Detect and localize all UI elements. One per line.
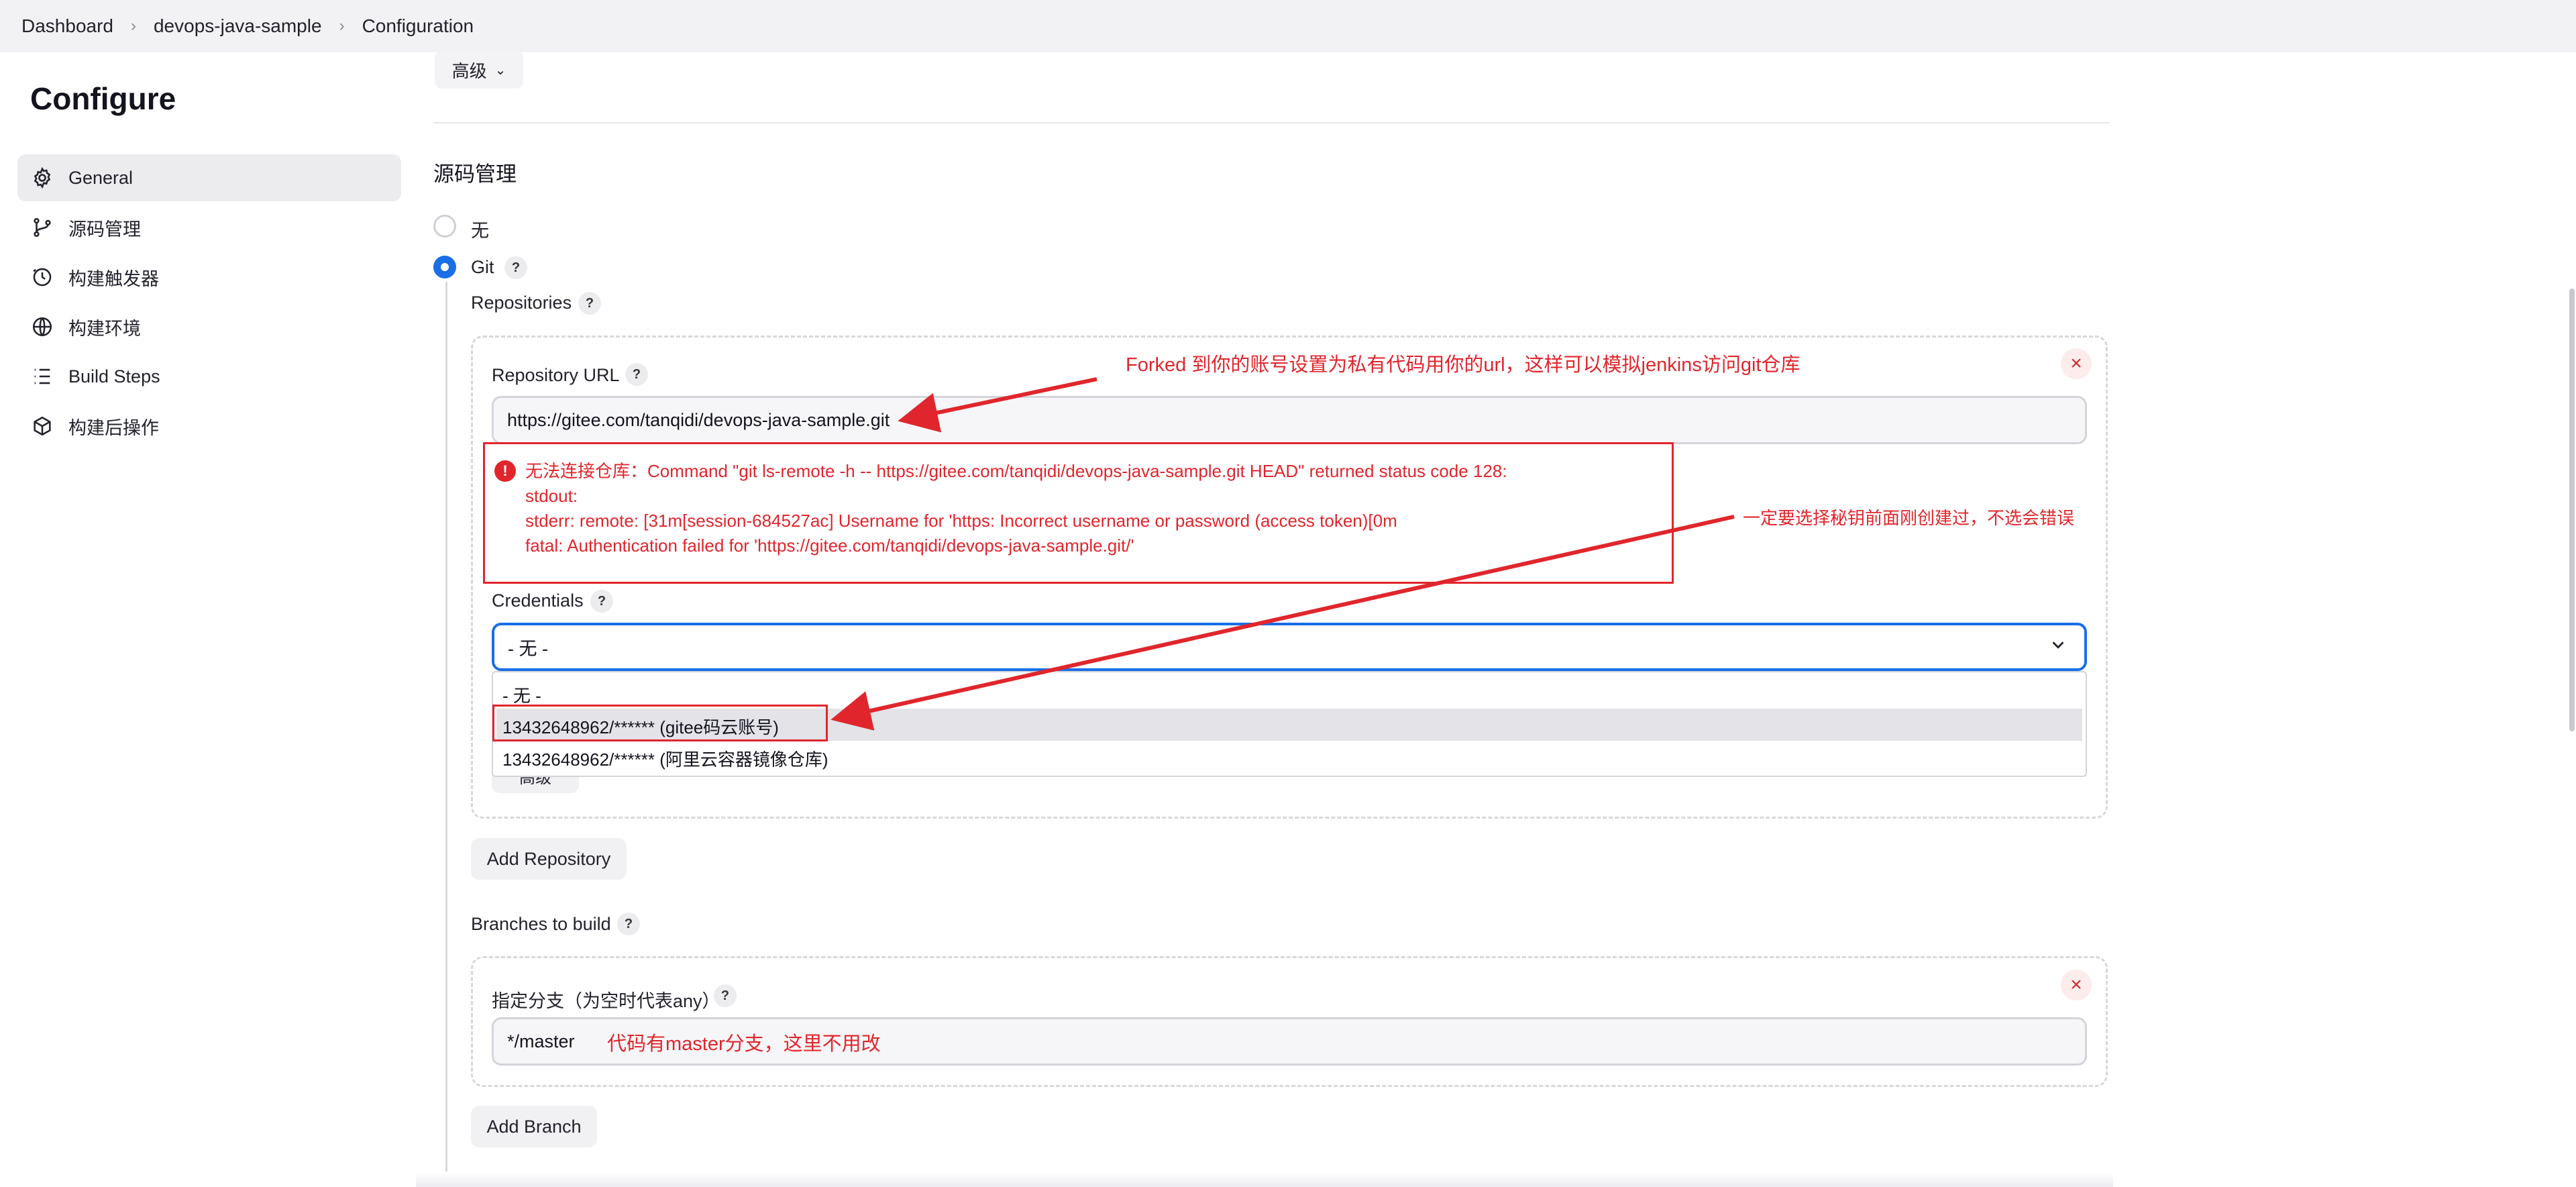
arrow-to-credential <box>830 515 1735 731</box>
arrow-to-url <box>898 377 1097 433</box>
bottom-fade <box>416 1172 2113 1187</box>
scrollbar-thumb[interactable] <box>2569 289 2575 731</box>
annotation-arrows <box>830 377 1735 731</box>
